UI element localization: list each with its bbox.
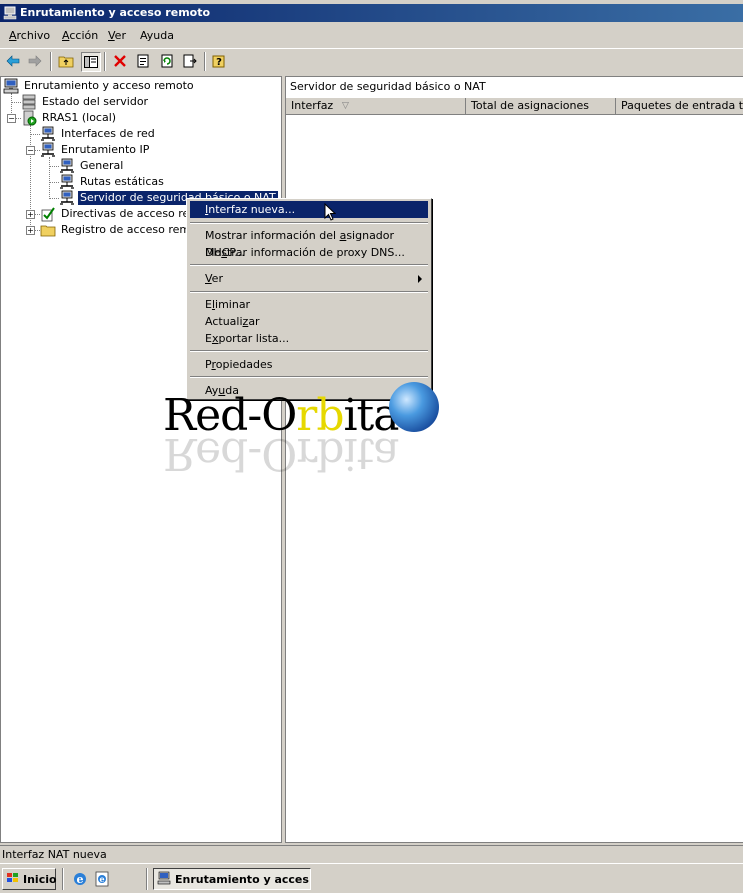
- globe-icon: [389, 382, 439, 432]
- forward-icon: [26, 52, 44, 70]
- policy-icon: [40, 206, 56, 222]
- tree-line: [49, 166, 59, 167]
- list-header: Interfaz ▽ Total de asignaciones Paquete…: [286, 97, 743, 115]
- submenu-arrow-icon: [418, 275, 422, 283]
- tree-node-static-routes[interactable]: Rutas estáticas: [59, 174, 166, 190]
- menu-item-view[interactable]: Ver: [190, 270, 428, 287]
- menu-item-properties[interactable]: Propiedades: [190, 356, 428, 373]
- network-icon: [59, 174, 75, 190]
- toolbar-separator: [204, 52, 206, 71]
- expand-toggle[interactable]: +: [26, 210, 35, 219]
- collapse-toggle[interactable]: −: [7, 114, 16, 123]
- app-icon: [3, 6, 17, 23]
- up-folder-icon[interactable]: [57, 52, 75, 70]
- ie-page-icon[interactable]: e: [94, 871, 110, 890]
- column-header-interfaz[interactable]: Interfaz ▽: [286, 98, 466, 114]
- menu-ver[interactable]: Ver: [108, 29, 126, 42]
- tree-line: [49, 198, 59, 199]
- menu-separator: [190, 222, 428, 224]
- internet-explorer-icon[interactable]: e: [72, 871, 88, 890]
- toolbar-separator: [104, 52, 106, 71]
- server-running-icon: [21, 110, 37, 126]
- toolbar: ?: [0, 48, 743, 74]
- taskbar-separator: [62, 868, 64, 890]
- toolbar-separator: [50, 52, 52, 71]
- tree-node-root[interactable]: Enrutamiento y acceso remoto: [3, 78, 196, 94]
- tree-line: [11, 102, 21, 103]
- menu-item-new-interface[interactable]: Interfaz nueva...: [190, 201, 428, 218]
- column-header-asignaciones[interactable]: Total de asignaciones: [466, 98, 616, 114]
- menu-separator: [190, 264, 428, 266]
- mouse-cursor-icon: [324, 202, 337, 225]
- tree-node-network-interfaces[interactable]: Interfaces de red: [40, 126, 157, 142]
- menu-item-dns-info[interactable]: Mostrar información de proxy DNS...: [190, 244, 428, 261]
- context-menu: Interfaz nueva... Mostrar información de…: [186, 198, 432, 400]
- tree-node-ip-routing[interactable]: Enrutamiento IP: [40, 142, 151, 158]
- menu-item-dhcp-info[interactable]: Mostrar información del asignador DHCP..…: [190, 227, 428, 259]
- refresh-icon[interactable]: [158, 52, 176, 70]
- title-bar[interactable]: Enrutamiento y acceso remoto: [0, 4, 743, 22]
- tree-node-server[interactable]: RRAS1 (local): [21, 110, 118, 126]
- column-header-paquetes[interactable]: Paquetes de entrada traducidos: [616, 98, 743, 114]
- svg-text:e: e: [99, 874, 104, 884]
- menu-bar: Archivo Acción Ver Ayuda: [0, 22, 743, 48]
- window-title: Enrutamiento y acceso remoto: [20, 6, 211, 19]
- tree-node-general[interactable]: General: [59, 158, 125, 174]
- taskbar-separator: [146, 868, 148, 890]
- svg-text:e: e: [77, 873, 84, 886]
- menu-separator: [190, 350, 428, 352]
- tree-node-server-status[interactable]: Estado del servidor: [21, 94, 150, 110]
- delete-icon[interactable]: [111, 52, 129, 70]
- tree-line: [49, 157, 50, 199]
- tree-line: [30, 134, 40, 135]
- tree-line: [49, 182, 59, 183]
- show-hide-tree-icon[interactable]: [81, 52, 101, 72]
- status-text: Interfaz NAT nueva: [2, 848, 107, 861]
- menu-archivo[interactable]: Archivo: [9, 29, 50, 42]
- network-icon: [40, 142, 56, 158]
- folder-icon: [40, 222, 56, 238]
- taskbar-app-button[interactable]: Enrutamiento y acces...: [153, 868, 311, 890]
- rras-console-icon: [3, 78, 19, 94]
- menu-separator: [190, 376, 428, 378]
- expand-toggle[interactable]: +: [26, 226, 35, 235]
- windows-logo-icon: [6, 872, 20, 887]
- menu-item-delete[interactable]: Eliminar: [190, 296, 428, 313]
- taskbar: Inicio e e Enrutamiento y acces...: [0, 863, 743, 893]
- network-icon: [40, 126, 56, 142]
- network-icon: [59, 158, 75, 174]
- menu-accion[interactable]: Acción: [62, 29, 98, 42]
- menu-item-refresh[interactable]: Actualizar: [190, 313, 428, 330]
- server-stack-icon: [21, 94, 37, 110]
- network-icon: [59, 190, 75, 206]
- menu-separator: [190, 291, 428, 293]
- status-bar: Interfaz NAT nueva: [0, 845, 743, 863]
- help-icon[interactable]: ?: [211, 52, 229, 70]
- back-icon[interactable]: [4, 52, 22, 70]
- details-title: Servidor de seguridad básico o NAT: [290, 80, 486, 93]
- tree-node-remote-access-logging[interactable]: Registro de acceso remoto: [40, 222, 210, 238]
- sort-arrow-icon: ▽: [342, 101, 349, 111]
- collapse-toggle[interactable]: −: [26, 146, 35, 155]
- menu-ayuda[interactable]: Ayuda: [140, 29, 174, 42]
- svg-text:?: ?: [216, 57, 222, 68]
- export-list-icon[interactable]: [181, 52, 199, 70]
- properties-icon[interactable]: [134, 52, 152, 70]
- red-orbita-watermark: Red-Orbita Red-Orbita: [163, 382, 453, 479]
- menu-item-export-list[interactable]: Exportar lista...: [190, 330, 428, 347]
- start-button[interactable]: Inicio: [2, 868, 57, 890]
- watermark-text: Red-Orbita: [163, 390, 399, 441]
- app-icon: [157, 871, 171, 888]
